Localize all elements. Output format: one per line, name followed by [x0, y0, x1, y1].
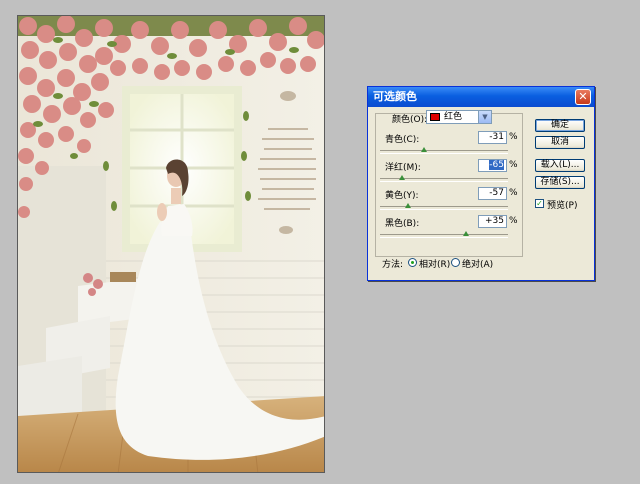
method-relative-label: 相对(R) [419, 260, 451, 270]
cyan-label: 青色(C): [385, 135, 420, 145]
chevron-down-icon[interactable]: ▼ [478, 111, 491, 123]
magenta-value-input[interactable]: -65 [478, 159, 507, 172]
cyan-value-input[interactable]: -31 [478, 131, 507, 144]
yellow-slider-thumb[interactable] [404, 203, 411, 208]
magenta-label: 洋红(M): [385, 163, 421, 173]
colors-select[interactable]: 红色 ▼ [426, 110, 492, 124]
magenta-value: -65 [489, 160, 504, 170]
load-button[interactable]: 载入(L)... [535, 159, 585, 172]
cyan-unit: % [509, 132, 518, 142]
cyan-slider-thumb[interactable] [421, 147, 428, 152]
selective-color-dialog: 可选颜色 ✕ 颜色(O): 红色 ▼ 青色(C): -31 % 洋红(M): -… [367, 86, 595, 281]
photo-canvas[interactable] [17, 15, 325, 473]
black-slider-thumb[interactable] [463, 231, 470, 236]
dialog-titlebar[interactable]: 可选颜色 ✕ [368, 87, 594, 107]
wedding-photo [18, 16, 324, 472]
save-button[interactable]: 存储(S)... [535, 176, 585, 189]
magenta-slider-thumb[interactable] [399, 175, 406, 180]
magenta-unit: % [509, 160, 518, 170]
ok-button[interactable]: 确定 [535, 119, 585, 132]
colors-label: 颜色(O): [392, 115, 428, 125]
preview-checkbox[interactable]: ✓ [535, 199, 544, 208]
yellow-value-input[interactable]: -57 [478, 187, 507, 200]
checkmark-icon: ✓ [536, 199, 543, 208]
black-unit: % [509, 216, 518, 226]
method-label: 方法: [382, 260, 404, 270]
colors-select-value: 红色 [444, 112, 463, 122]
close-button[interactable]: ✕ [575, 89, 591, 105]
cancel-button[interactable]: 取消 [535, 136, 585, 149]
preview-label: 预览(P) [547, 201, 578, 211]
black-slider-track[interactable] [380, 231, 508, 238]
yellow-slider-track[interactable] [380, 203, 508, 210]
yellow-unit: % [509, 188, 518, 198]
magenta-slider-track[interactable] [380, 175, 508, 182]
method-absolute-label: 绝对(A) [462, 260, 494, 270]
dialog-title: 可选颜色 [373, 90, 417, 103]
method-relative-radio[interactable] [408, 258, 417, 267]
close-icon: ✕ [578, 90, 588, 103]
black-label: 黑色(B): [385, 219, 420, 229]
method-absolute-radio[interactable] [451, 258, 460, 267]
black-value: +35 [485, 216, 504, 226]
cyan-value: -31 [489, 132, 504, 142]
yellow-value: -57 [489, 188, 504, 198]
cyan-slider-track[interactable] [380, 147, 508, 154]
color-swatch [430, 113, 440, 121]
black-value-input[interactable]: +35 [478, 215, 507, 228]
yellow-label: 黄色(Y): [385, 191, 419, 201]
